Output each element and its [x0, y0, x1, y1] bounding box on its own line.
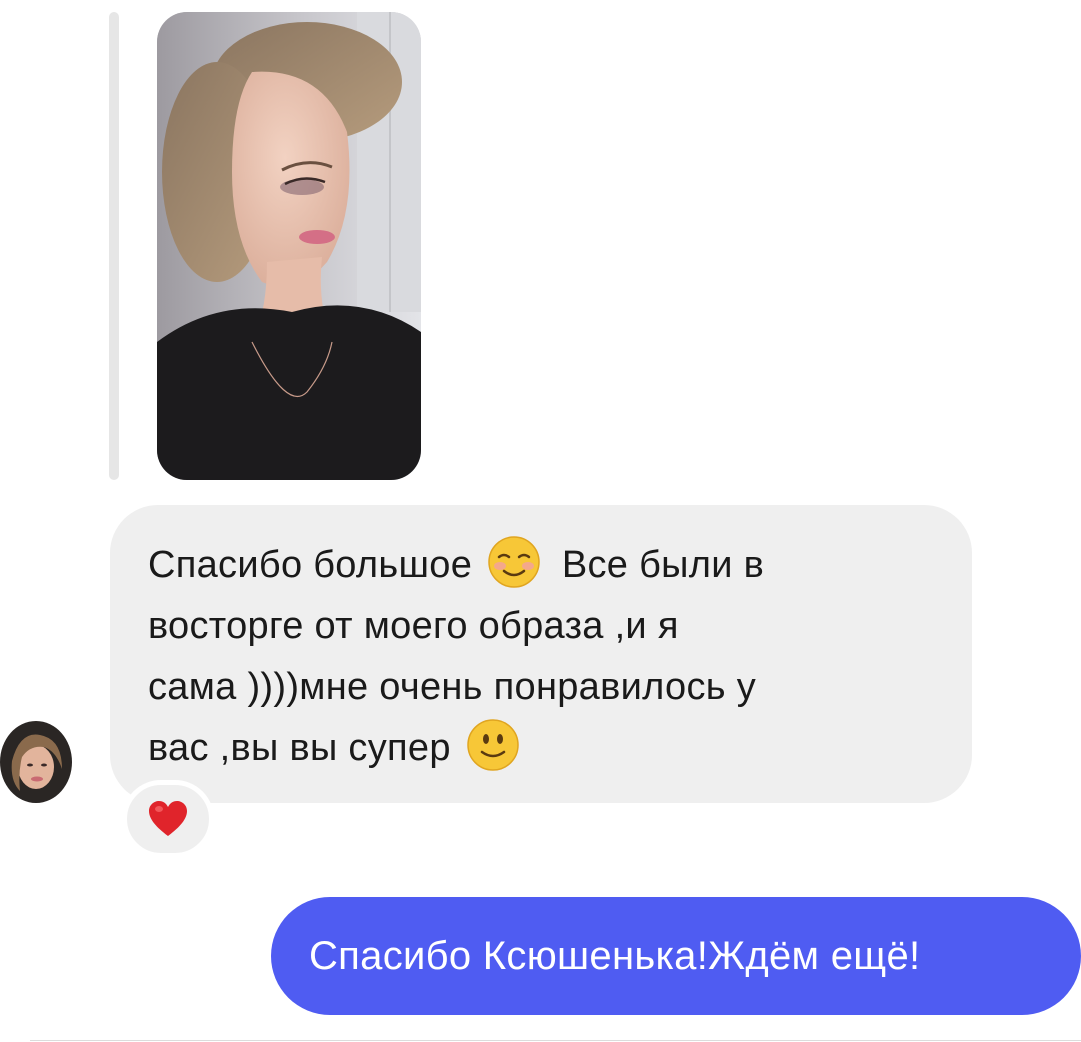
smiling-face-icon [487, 535, 541, 589]
message-part: сама ))))мне очень понравилось у [148, 666, 757, 708]
reaction-badge[interactable] [122, 780, 214, 858]
message-part: вас ,вы вы супер [148, 727, 451, 769]
incoming-message-bubble[interactable]: Спасибо большое Все были в восторге от мо… [110, 505, 972, 803]
slightly-smiling-face-icon [466, 718, 520, 772]
shared-photo[interactable] [157, 12, 421, 480]
reply-indicator-bar [109, 12, 119, 480]
outgoing-message-bubble[interactable]: Спасибо Ксюшенька!Ждём ещё! [271, 897, 1081, 1015]
divider [30, 1040, 1081, 1041]
sender-avatar[interactable] [0, 721, 72, 803]
heart-icon [149, 801, 187, 836]
message-part: восторге от моего образа ,и я [148, 605, 679, 647]
message-part: Все были в [561, 544, 765, 586]
message-part: Спасибо большое [148, 544, 473, 586]
outgoing-message-text: Спасибо Ксюшенька!Ждём ещё! [309, 933, 921, 978]
incoming-message-text: Спасибо большое Все были в восторге от мо… [148, 535, 932, 779]
